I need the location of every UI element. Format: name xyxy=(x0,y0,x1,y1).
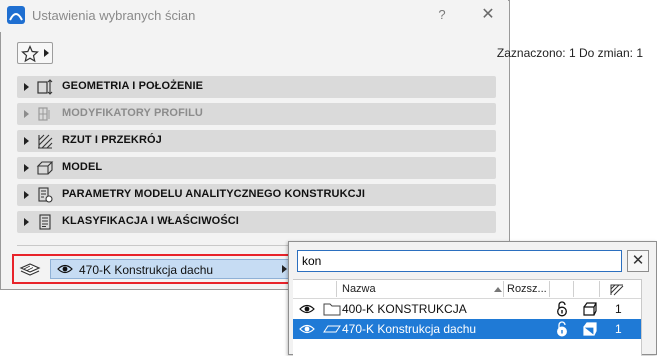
wireframe-icon[interactable] xyxy=(582,301,598,317)
panel-label: MODYFIKATORY PROFILU xyxy=(62,107,203,119)
layer-select[interactable]: 470-K Konstrukcja dachu xyxy=(50,259,292,279)
eye-icon[interactable] xyxy=(299,303,315,315)
panel-label: KLASYFIKACJA I WŁAŚCIWOŚCI xyxy=(62,215,239,227)
intersection-group-number: 1 xyxy=(615,302,622,316)
expand-arrow-icon xyxy=(24,110,29,118)
eye-icon[interactable] xyxy=(299,323,315,335)
intersection-group-number: 1 xyxy=(615,322,622,336)
column-separator xyxy=(599,281,600,297)
list-item[interactable]: 400-K KONSTRUKCJA 1 xyxy=(293,299,641,319)
layer-search-input[interactable] xyxy=(297,250,622,272)
classification-icon xyxy=(39,214,51,230)
expand-arrow-icon xyxy=(24,137,29,145)
clear-search-button[interactable]: ✕ xyxy=(627,250,649,272)
analytical-model-icon xyxy=(38,187,53,203)
layer-icon xyxy=(323,325,341,333)
layer-name: 470-K Konstrukcja dachu xyxy=(342,322,477,336)
folder-icon xyxy=(323,303,341,316)
panel-profile-modifiers: MODYFIKATORY PROFILU xyxy=(17,103,496,125)
expand-arrow-icon xyxy=(24,191,29,199)
lock-icon[interactable] xyxy=(555,321,569,337)
panel-label: RZUT I PRZEKRÓJ xyxy=(62,134,162,146)
panel-geometry[interactable]: GEOMETRIA I POŁOŻENIE xyxy=(17,76,496,98)
favorites-button[interactable] xyxy=(17,42,53,64)
dialog-title: Ustawienia wybranych ścian xyxy=(32,8,196,23)
close-button[interactable]: ✕ xyxy=(477,4,499,24)
expand-arrow-icon xyxy=(24,164,29,172)
panel-floor-plan-section[interactable]: RZUT I PRZEKRÓJ xyxy=(17,130,496,152)
column-separator xyxy=(573,281,574,297)
intersection-group-icon xyxy=(610,284,624,296)
panel-label: GEOMETRIA I POŁOŻENIE xyxy=(62,80,204,92)
column-header-extension[interactable]: Rozsz... xyxy=(507,283,547,295)
panel-classification[interactable]: KLASYFIKACJA I WŁAŚCIWOŚCI xyxy=(17,211,496,233)
profile-modifier-icon xyxy=(38,107,50,121)
model-box-icon xyxy=(36,161,54,175)
expand-arrow-icon xyxy=(24,83,29,91)
list-item-selected[interactable]: 470-K Konstrukcja dachu 1 xyxy=(293,319,641,339)
wireframe-icon[interactable] xyxy=(582,321,598,337)
layers-icon xyxy=(19,263,41,276)
panel-label: PARAMETRY MODELU ANALITYCZNEGO KONSTRUKC… xyxy=(62,188,366,200)
star-icon xyxy=(21,45,39,63)
expand-arrow-icon xyxy=(24,218,29,226)
sort-ascending-icon xyxy=(494,287,502,292)
dropdown-arrow-icon xyxy=(44,49,49,57)
dropdown-arrow-icon xyxy=(282,265,287,273)
floor-plan-section-icon xyxy=(38,134,53,149)
column-separator xyxy=(336,281,337,297)
app-logo-icon xyxy=(7,6,25,24)
lock-icon[interactable] xyxy=(555,301,569,317)
help-button[interactable]: ? xyxy=(432,7,452,22)
panel-analytical-model[interactable]: PARAMETRY MODELU ANALITYCZNEGO KONSTRUKC… xyxy=(17,184,496,206)
eye-icon xyxy=(57,264,73,274)
list-border xyxy=(641,279,642,355)
column-separator xyxy=(549,281,550,297)
layer-name: 400-K KONSTRUKCJA xyxy=(342,302,467,316)
panel-model[interactable]: MODEL xyxy=(17,157,496,179)
column-separator xyxy=(503,281,504,297)
geometry-icon xyxy=(37,79,53,95)
selection-status: Zaznaczono: 1 Do zmian: 1 xyxy=(496,46,643,60)
panel-label: MODEL xyxy=(62,161,103,173)
column-header-name[interactable]: Nazwa xyxy=(342,283,376,295)
layer-select-value: 470-K Konstrukcja dachu xyxy=(79,263,214,277)
